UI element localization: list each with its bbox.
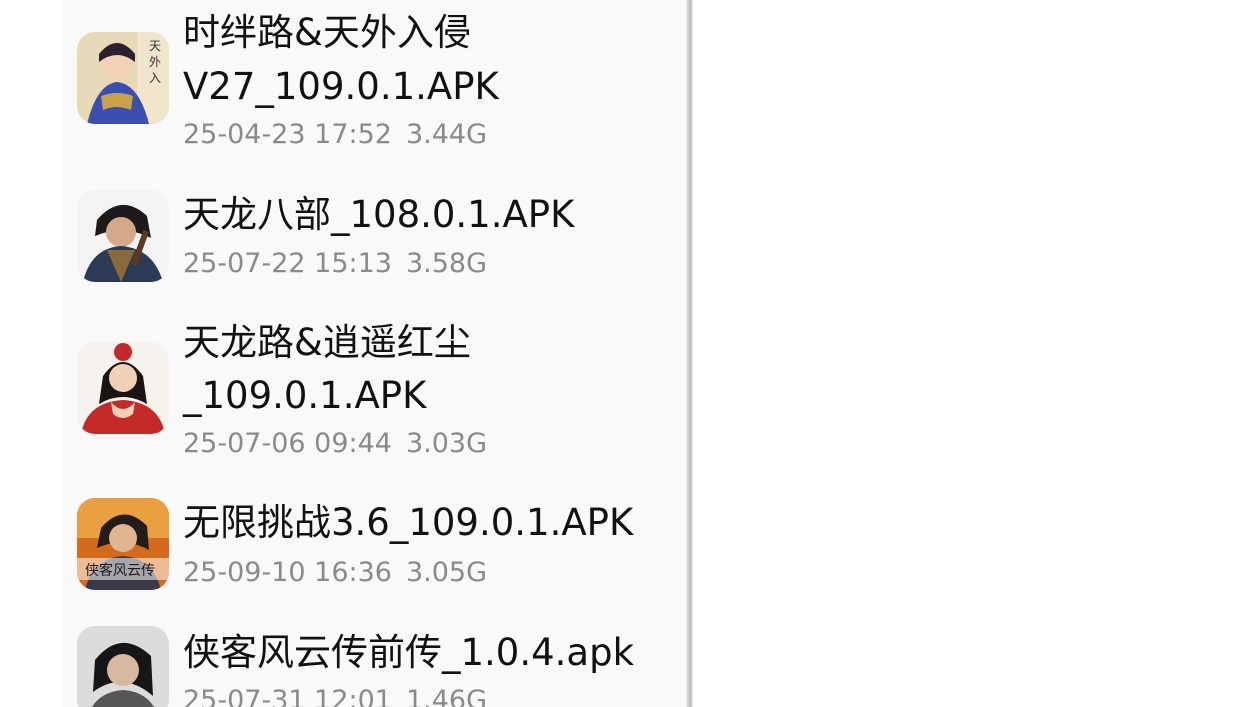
file-name-line-2: V27_109.0.1.APK xyxy=(183,65,499,108)
file-name-line-1: 天龙八部_108.0.1.APK xyxy=(183,193,575,236)
empty-detail-pane xyxy=(693,0,1260,707)
file-name-line-1: 无限挑战3.6_109.0.1.APK xyxy=(183,501,634,544)
game-thumbnail-icon: 天 外 入 xyxy=(77,32,169,124)
file-name-line-2: _109.0.1.APK xyxy=(183,374,427,417)
file-meta: 25-07-22 15:13 3.58G xyxy=(183,247,487,281)
file-size: 3.58G xyxy=(405,248,487,279)
file-size: 3.44G xyxy=(405,119,487,150)
svg-text:天: 天 xyxy=(149,39,161,53)
svg-text:侠客风云传: 侠客风云传 xyxy=(85,562,155,579)
file-list-item[interactable]: 侠客风云传 无限挑战3.6_109.0.1.APK 25-09-10 16:36… xyxy=(62,490,689,610)
file-list-item[interactable]: 天龙八部_108.0.1.APK 25-07-22 15:13 3.58G xyxy=(62,180,689,300)
file-meta: 25-09-10 16:36 3.05G xyxy=(183,556,487,590)
file-name-line-1: 侠客风云传前传_1.0.4.apk xyxy=(183,631,634,674)
file-date: 25-09-10 16:36 xyxy=(183,557,392,588)
game-thumbnail-icon xyxy=(77,342,169,434)
file-name-line-1: 天龙路&逍遥红尘 xyxy=(183,321,471,364)
file-size: 3.05G xyxy=(405,557,487,588)
game-thumbnail-icon xyxy=(77,190,169,282)
svg-text:入: 入 xyxy=(149,71,161,85)
file-size: 1.46G xyxy=(405,685,487,707)
file-date: 25-07-31 12:01 xyxy=(183,685,392,707)
file-date: 25-07-06 09:44 xyxy=(183,428,392,459)
svg-text:外: 外 xyxy=(149,55,161,69)
file-date: 25-04-23 17:52 xyxy=(183,119,392,150)
file-list-item[interactable]: 侠客风云传前传_1.0.4.apk 25-07-31 12:01 1.46G xyxy=(62,618,689,707)
file-size: 3.03G xyxy=(405,428,487,459)
game-thumbnail-icon: 侠客风云传 xyxy=(77,498,169,590)
file-list-item[interactable]: 天 外 入 时绊路&天外入侵 V27_109.0.1.APK 25-04-23 … xyxy=(62,0,689,165)
file-list-panel: 天 外 入 时绊路&天外入侵 V27_109.0.1.APK 25-04-23 … xyxy=(62,0,689,707)
file-list-item[interactable]: 天龙路&逍遥红尘 _109.0.1.APK 25-07-06 09:44 3.03… xyxy=(62,312,689,482)
file-meta: 25-07-31 12:01 1.46G xyxy=(183,684,487,707)
file-date: 25-07-22 15:13 xyxy=(183,248,392,279)
left-margin xyxy=(0,0,62,707)
file-name-line-1: 时绊路&天外入侵 xyxy=(183,11,471,54)
file-meta: 25-07-06 09:44 3.03G xyxy=(183,427,487,461)
game-thumbnail-icon xyxy=(77,626,169,707)
file-meta: 25-04-23 17:52 3.44G xyxy=(183,118,487,152)
